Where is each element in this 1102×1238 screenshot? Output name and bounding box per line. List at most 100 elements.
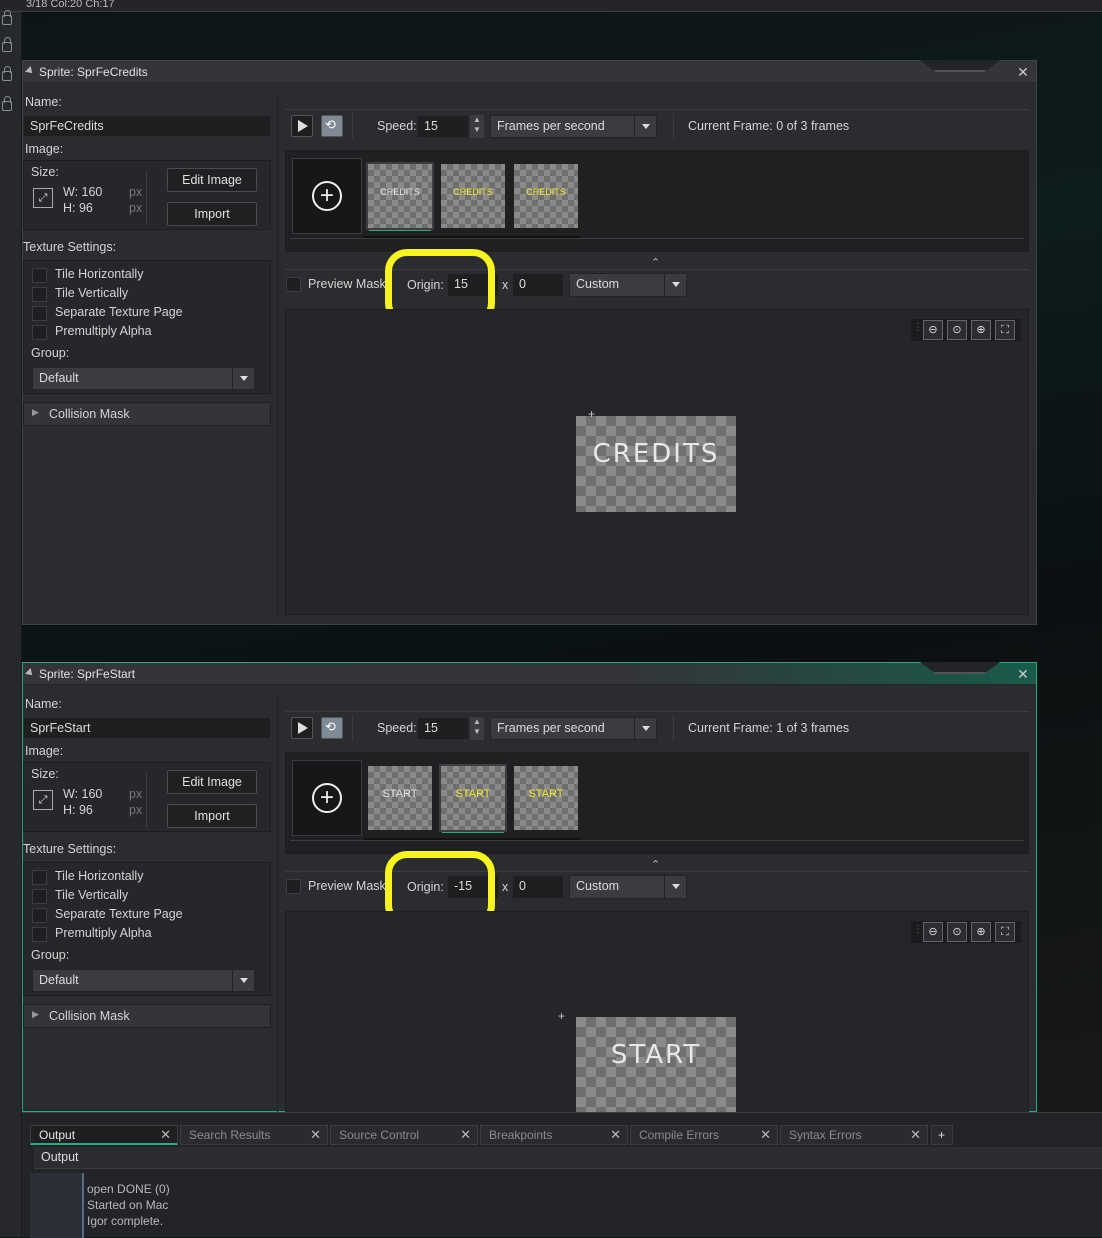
origin-preset-dropdown[interactable]: Custom <box>569 273 687 297</box>
expand-icon[interactable]: ▶ <box>32 407 39 418</box>
drag-grip-icon[interactable]: ⋮ <box>913 322 923 333</box>
origin-preset-dropdown[interactable]: Custom <box>569 875 687 899</box>
speed-unit-dropdown[interactable]: Frames per second <box>490 717 657 740</box>
output-tab[interactable]: Source Control ✕ <box>330 1125 478 1145</box>
group-value: Default <box>39 973 79 987</box>
fullscreen-icon[interactable]: ⛶ <box>995 320 1015 340</box>
size-label: Size: <box>31 767 59 781</box>
group-dropdown[interactable]: Default <box>32 969 255 992</box>
output-tab[interactable]: Output ✕ <box>30 1125 178 1145</box>
frame-thumbnail[interactable]: CREDITS <box>441 164 505 228</box>
zoom-in-icon[interactable]: ⊕ <box>971 922 991 942</box>
close-icon[interactable]: ✕ <box>1014 665 1032 683</box>
tile-vertically-checkbox[interactable] <box>32 889 47 904</box>
output-tab[interactable]: Breakpoints ✕ <box>480 1125 628 1145</box>
expand-icon[interactable]: ▶ <box>32 1009 39 1020</box>
group-label: Group: <box>31 948 70 962</box>
output-tab[interactable]: Compile Errors ✕ <box>630 1125 778 1145</box>
resize-icon[interactable]: ⤢ <box>33 790 53 810</box>
lock-icon[interactable] <box>2 96 12 111</box>
sprite-preview-canvas[interactable]: ⋮ ⊖ ⊙ ⊕ ⛶ CREDITS + <box>285 309 1029 615</box>
premultiply-alpha-checkbox[interactable] <box>32 325 47 340</box>
window-title-bar[interactable]: Sprite: SprFeStart ✕ <box>23 662 1036 685</box>
zoom-out-icon[interactable]: ⊖ <box>923 320 943 340</box>
output-tab[interactable]: Search Results ✕ <box>180 1125 328 1145</box>
frame-thumbnail[interactable]: START <box>439 764 507 832</box>
speed-stepper[interactable]: ▲ ▼ <box>470 115 484 138</box>
collapse-up-icon[interactable]: ⌃ <box>651 858 660 871</box>
separate-texture-page-checkbox[interactable] <box>32 306 47 321</box>
speed-input[interactable]: 15 <box>417 717 469 740</box>
frame-thumbnail[interactable]: START <box>514 766 578 830</box>
edit-image-button[interactable]: Edit Image <box>167 168 257 192</box>
collapse-up-icon[interactable]: ⌃ <box>651 256 660 269</box>
add-frame-button[interactable]: + <box>292 760 362 836</box>
sprite-preview-canvas[interactable]: ⋮ ⊖ ⊙ ⊕ ⛶ START + <box>285 911 1029 1123</box>
zoom-reset-icon[interactable]: ⊙ <box>947 320 967 340</box>
tile-vertically-checkbox[interactable] <box>32 287 47 302</box>
window-title: Sprite: SprFeCredits <box>39 65 148 79</box>
preview-mask-checkbox[interactable] <box>286 277 301 292</box>
lock-icon[interactable] <box>2 10 12 25</box>
close-icon[interactable]: ✕ <box>160 1127 171 1143</box>
drag-grip-icon[interactable]: ⋮ <box>913 924 923 935</box>
add-tab-button[interactable]: + <box>931 1125 953 1145</box>
origin-y-input[interactable]: 0 <box>512 273 564 297</box>
window-title-bar[interactable]: Sprite: SprFeCredits ✕ <box>23 60 1036 83</box>
loop-button[interactable]: ⟲ <box>321 115 343 137</box>
play-button[interactable] <box>291 115 313 137</box>
zoom-reset-icon[interactable]: ⊙ <box>947 922 967 942</box>
add-frame-button[interactable]: + <box>292 158 362 234</box>
close-icon[interactable]: ✕ <box>1014 63 1032 81</box>
close-icon[interactable]: ✕ <box>610 1127 621 1143</box>
tile-vertically-label: Tile Vertically <box>55 286 129 300</box>
origin-y-input[interactable]: 0 <box>512 875 564 899</box>
collapse-icon[interactable] <box>25 66 35 76</box>
close-icon[interactable]: ✕ <box>910 1127 921 1143</box>
frame-thumbnail[interactable]: START <box>368 766 432 830</box>
premultiply-alpha-label: Premultiply Alpha <box>55 324 152 338</box>
collision-mask-header[interactable]: ▶ Collision Mask <box>23 402 271 426</box>
name-field[interactable]: SprFeCredits <box>23 115 271 137</box>
collapse-icon[interactable] <box>25 668 35 678</box>
frame-thumbnail[interactable]: CREDITS <box>366 162 434 230</box>
play-button[interactable] <box>291 717 313 739</box>
resize-icon[interactable]: ⤢ <box>33 188 53 208</box>
loop-button[interactable]: ⟲ <box>321 717 343 739</box>
close-icon[interactable]: ✕ <box>460 1127 471 1143</box>
collision-mask-header[interactable]: ▶ Collision Mask <box>23 1004 271 1028</box>
preview-mask-checkbox[interactable] <box>286 879 301 894</box>
play-icon <box>298 120 308 132</box>
chevron-down-icon[interactable] <box>232 970 254 991</box>
tile-horizontally-checkbox[interactable] <box>32 870 47 885</box>
fullscreen-icon[interactable]: ⛶ <box>995 922 1015 942</box>
frame-thumbnail[interactable]: CREDITS <box>514 164 578 228</box>
chevron-down-icon[interactable] <box>232 368 254 389</box>
premultiply-alpha-checkbox[interactable] <box>32 927 47 942</box>
separate-texture-page-checkbox[interactable] <box>32 908 47 923</box>
edit-image-button[interactable]: Edit Image <box>167 770 257 794</box>
speed-unit-dropdown[interactable]: Frames per second <box>490 115 657 138</box>
width-value: W: 160 <box>63 185 103 199</box>
divider <box>146 171 147 226</box>
zoom-in-icon[interactable]: ⊕ <box>971 320 991 340</box>
group-dropdown[interactable]: Default <box>32 367 255 390</box>
chevron-down-icon[interactable] <box>664 876 686 898</box>
speed-stepper[interactable]: ▲ ▼ <box>470 717 484 740</box>
output-tab[interactable]: Syntax Errors ✕ <box>780 1125 928 1145</box>
close-icon[interactable]: ✕ <box>310 1127 321 1143</box>
import-button[interactable]: Import <box>167 202 257 226</box>
import-button[interactable]: Import <box>167 804 257 828</box>
chevron-down-icon[interactable] <box>634 116 656 137</box>
chevron-down-icon[interactable] <box>664 274 686 296</box>
speed-input[interactable]: 15 <box>417 115 469 138</box>
tile-horizontally-checkbox[interactable] <box>32 268 47 283</box>
lock-icon[interactable] <box>2 66 12 81</box>
lock-icon[interactable] <box>2 37 12 52</box>
close-icon[interactable]: ✕ <box>760 1127 771 1143</box>
zoom-out-icon[interactable]: ⊖ <box>923 922 943 942</box>
chevron-down-icon[interactable] <box>634 718 656 739</box>
name-field[interactable]: SprFeStart <box>23 717 271 739</box>
output-tab-label: Breakpoints <box>489 1128 553 1142</box>
size-panel: Size: ⤢ W: 160 H: 96 px px Edit Image Import <box>23 160 271 230</box>
